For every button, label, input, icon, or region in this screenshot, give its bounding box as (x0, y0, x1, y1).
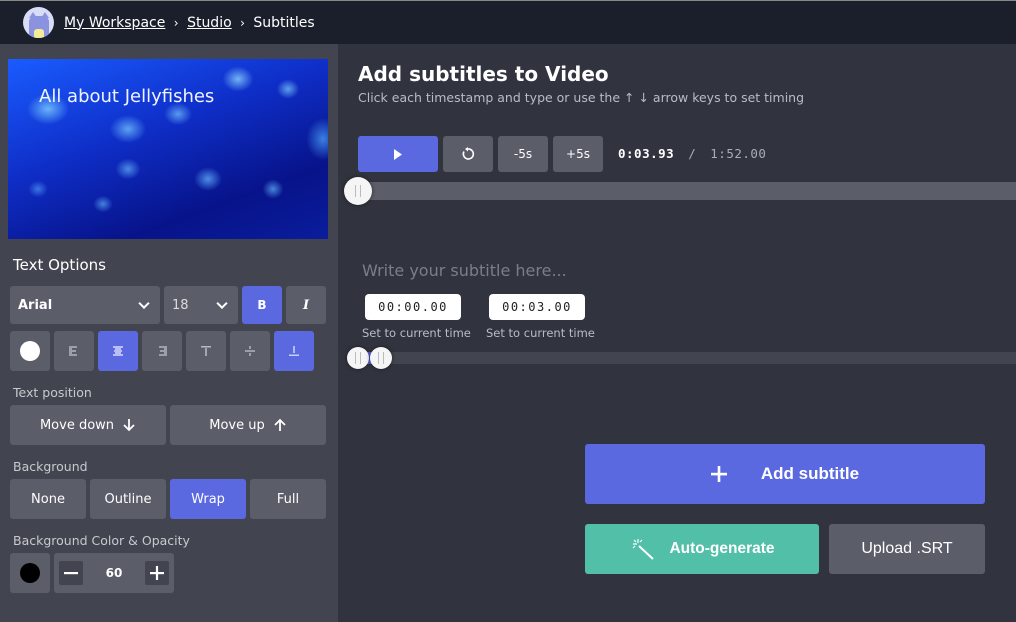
subtitle-end-handle[interactable] (370, 347, 392, 369)
page-instructions: Click each timestamp and type or use the… (358, 90, 805, 105)
plus-icon (710, 466, 727, 482)
chevron-down-icon (138, 297, 150, 310)
avatar[interactable] (23, 7, 54, 38)
play-icon (394, 148, 402, 160)
font-size-select[interactable]: 18 (164, 286, 238, 324)
page-title: Add subtitles to Video (358, 62, 609, 86)
rewind-5s-button[interactable]: -5s (498, 136, 548, 172)
font-select[interactable]: Arial (10, 286, 160, 324)
upload-srt-button[interactable]: Upload .SRT (829, 524, 985, 574)
align-center-button[interactable] (98, 331, 138, 371)
background-label: Background (13, 459, 88, 474)
time-readout: 0:03.93 / 1:52.00 (618, 146, 766, 161)
valign-bottom-button[interactable] (274, 331, 314, 371)
forward-5s-button[interactable]: +5s (553, 136, 603, 172)
text-color-swatch (20, 341, 40, 361)
opacity-value: 60 (105, 566, 123, 580)
text-color-button[interactable] (10, 331, 50, 371)
sidebar: All about Jellyfishes Text Options Arial… (0, 44, 338, 622)
align-center-icon (113, 346, 123, 356)
chevron-down-icon (216, 297, 228, 310)
start-time-input[interactable] (365, 294, 461, 320)
subtitle-text-input[interactable] (362, 258, 862, 282)
background-full-button[interactable]: Full (250, 479, 326, 519)
breadcrumb-current: Subtitles (253, 14, 315, 31)
valign-bottom-icon (289, 346, 299, 356)
preview-caption: All about Jellyfishes (39, 86, 215, 107)
magic-wand-icon (633, 539, 655, 560)
breadcrumb: My Workspace › Studio › Subtitles (64, 15, 315, 31)
end-time-input[interactable] (489, 294, 585, 320)
play-button[interactable] (358, 136, 438, 172)
top-bar: My Workspace › Studio › Subtitles (0, 0, 1016, 44)
opacity-decrease-button[interactable] (59, 561, 83, 585)
valign-middle-icon (245, 346, 255, 356)
set-start-current-time-link[interactable]: Set to current time (362, 326, 471, 340)
minus-icon (64, 572, 78, 575)
bold-button[interactable]: B (242, 286, 282, 324)
add-subtitle-button[interactable]: Add subtitle (585, 444, 985, 504)
breadcrumb-separator-icon: › (173, 15, 179, 30)
current-time: 0:03.93 (618, 146, 675, 161)
background-outline-button[interactable]: Outline (90, 479, 166, 519)
align-left-icon (69, 346, 77, 356)
auto-generate-label: Auto-generate (669, 540, 775, 557)
duration: 1:52.00 (710, 146, 767, 161)
arrow-down-icon (123, 419, 135, 432)
align-right-icon (159, 346, 167, 356)
video-preview: All about Jellyfishes (8, 59, 328, 239)
background-none-button[interactable]: None (10, 479, 86, 519)
auto-generate-button[interactable]: Auto-generate (585, 524, 819, 574)
bold-icon: B (257, 298, 267, 312)
playhead-handle[interactable] (344, 177, 372, 205)
background-color-button[interactable] (10, 553, 50, 593)
italic-icon: I (302, 297, 310, 313)
breadcrumb-separator-icon: › (240, 15, 245, 30)
breadcrumb-studio[interactable]: Studio (187, 15, 232, 31)
valign-middle-button[interactable] (230, 331, 270, 371)
subtitle-range-track[interactable] (358, 352, 1016, 364)
background-wrap-button[interactable]: Wrap (170, 479, 246, 519)
background-color-label: Background Color & Opacity (13, 533, 190, 548)
align-left-button[interactable] (54, 331, 94, 371)
align-right-button[interactable] (142, 331, 182, 371)
valign-top-button[interactable] (186, 331, 226, 371)
move-down-button[interactable]: Move down (10, 405, 166, 445)
plus-icon (150, 566, 164, 580)
move-up-button[interactable]: Move up (170, 405, 326, 445)
italic-button[interactable]: I (286, 286, 326, 324)
restart-icon (462, 147, 475, 160)
valign-top-icon (201, 346, 211, 356)
background-color-swatch (20, 563, 40, 583)
restart-button[interactable] (443, 136, 493, 172)
subtitle-start-handle[interactable] (347, 347, 369, 369)
set-end-current-time-link[interactable]: Set to current time (486, 326, 595, 340)
opacity-increase-button[interactable] (145, 561, 169, 585)
text-position-label: Text position (13, 385, 92, 400)
time-separator: / (688, 146, 697, 161)
add-subtitle-label: Add subtitle (760, 464, 860, 483)
playback-scrubber[interactable] (358, 182, 1016, 200)
move-up-label: Move up (209, 417, 265, 433)
arrow-up-icon (274, 418, 286, 431)
breadcrumb-my-workspace[interactable]: My Workspace (64, 15, 165, 31)
font-select-value: Arial (18, 297, 53, 313)
text-options-title: Text Options (13, 256, 106, 274)
opacity-stepper: 60 (54, 553, 174, 593)
cat-icon (28, 12, 49, 38)
font-size-value: 18 (172, 297, 189, 313)
move-down-label: Move down (39, 417, 115, 433)
